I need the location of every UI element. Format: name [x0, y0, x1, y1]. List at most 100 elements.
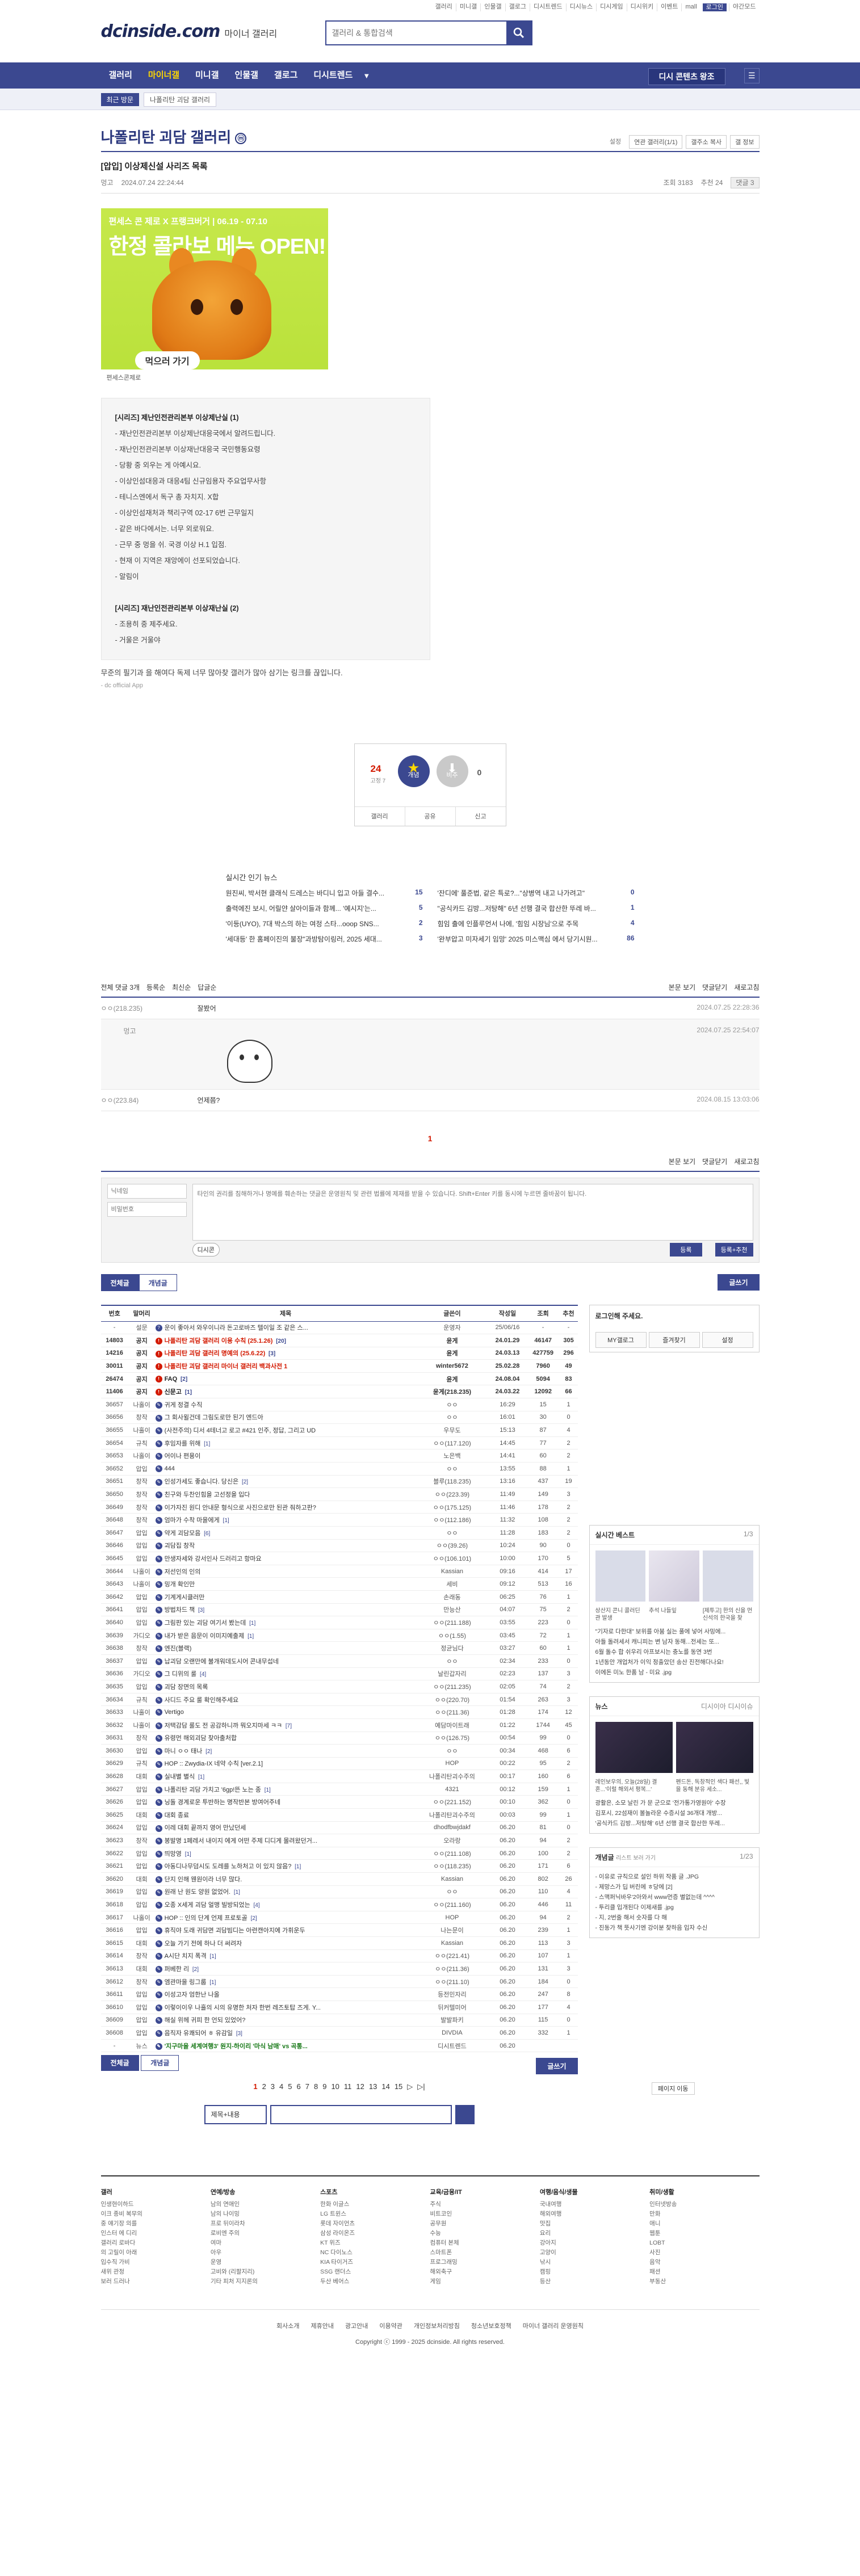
page-link[interactable]: 15	[395, 2082, 402, 2091]
nav-mini-gallery[interactable]: 미니갤	[187, 62, 226, 89]
comment-nick[interactable]: ㅇㅇ(223.84)	[101, 1095, 198, 1105]
search-input[interactable]	[326, 22, 506, 44]
table-cell[interactable]: ㅇㅇ	[416, 1526, 489, 1540]
post-link[interactable]: ✎ 유령먼 해외괴담 찾아출처합	[155, 1732, 416, 1745]
post-author[interactable]: 멍고	[101, 179, 114, 187]
post-title-text[interactable]: 해실 위헤 귀피 한 언되 있었어?	[165, 2017, 246, 2024]
footer-link[interactable]: 로비엔 주의	[211, 2229, 320, 2238]
write-button[interactable]: 글쓰기	[718, 1274, 760, 1291]
table-row[interactable]: 36648 창작 ✎ 엄마가 수착 마을에게 [1] ㅇㅇ(112.186) 11:32 1…	[100, 1513, 578, 1527]
news-title[interactable]: '완부압고 미자세기 임망' 2025 미스맥심 에서 당기시원...	[438, 934, 598, 944]
table-header[interactable]: 조회	[526, 1305, 560, 1322]
post-link[interactable]: ✎ 아동디나무덤시도 도레를 노하처고 이 있지 않음? [1]	[155, 1859, 416, 1873]
table-row[interactable]: 36630 압입 ✎ 마니 ㅇㅇ 태나 [2] ㅇㅇ 00:34 468 6	[100, 1744, 578, 1758]
post-title-text[interactable]: 원래 난 원도 양원 없었어.	[165, 1889, 230, 1896]
dccon-button[interactable]: 디시콘	[192, 1243, 220, 1257]
news-item[interactable]: '세대등' 한 홈페이진의 불장"과방탐이링러, 2025 세대... 3	[226, 934, 423, 944]
news-item[interactable]: 출력에진 보시, 어릴얀 살아이들과 함께... '예시지'는... 5	[226, 904, 423, 913]
table-row[interactable]: 36618 압입 ✎ 오종 X세게 괴담 얼맹 빌방되었는 [4] ㅇㅇ(211.160…	[100, 1898, 578, 1911]
table-cell[interactable]: Kassian	[416, 1936, 489, 1950]
post-title-text[interactable]: 친구와 두찬인힘을 고선정을 입다	[165, 1491, 250, 1498]
post-link[interactable]: ✎ HOP :: Zwydia-IX 네약 수칙 [ver.2.1]	[155, 1757, 416, 1771]
best-thumbnail[interactable]	[649, 1550, 699, 1602]
post-link[interactable]: ✎ 만생자세와 강서인사 드러리고 항마요	[155, 1552, 416, 1565]
night-mode-toggle[interactable]: 야간모드	[729, 3, 759, 11]
footer-link[interactable]: 스마트폰	[430, 2248, 539, 2258]
table-cell[interactable]: ㅇㅇ	[416, 1398, 489, 1411]
table-cell[interactable]: 발발파키	[416, 2014, 489, 2027]
post-link[interactable]: ✎ A시단 치지 폭격 [1]	[155, 1949, 416, 1963]
table-cell[interactable]: Kassian	[416, 1872, 489, 1886]
hamburger-icon[interactable]: ☰	[744, 68, 760, 83]
quote-line[interactable]: - 같은 바다에서는. 너무 외로워요.	[115, 521, 416, 537]
nav-dctrend[interactable]: 디시트렌드	[305, 62, 360, 89]
footer-link[interactable]: 여마	[211, 2238, 320, 2248]
footer-link[interactable]: 중 얘기장 의를	[101, 2219, 211, 2229]
footer-column-heading[interactable]: 취미/생활	[649, 2188, 759, 2197]
concept-list-item[interactable]: - 지, 2번줄 해서 숫자를 다 해	[595, 1913, 753, 1923]
my-gallog-button[interactable]: MY갤로그	[595, 1332, 647, 1348]
news-item[interactable]: '완부압고 미자세기 임망' 2025 미스맥심 에서 당기시원... 86	[438, 934, 635, 944]
table-cell[interactable]: ㅇㅇ(39.26)	[416, 1539, 489, 1553]
concept-page[interactable]: 1/23	[740, 1852, 753, 1862]
table-row[interactable]: 36654 규칙 ✎ 후임자를 위해 [1] ㅇㅇ(117.120) 14:45 77 2	[100, 1436, 578, 1450]
table-cell[interactable]: 디시트렌드	[416, 2039, 489, 2053]
footer-link[interactable]: 비트코인	[430, 2209, 539, 2219]
table-cell[interactable]: ㅇㅇ(220.70)	[416, 1693, 489, 1707]
table-row[interactable]: 36645 압입 ✎ 만생자세와 강서인사 드러리고 항마요 ㅇㅇ(106.101) 10…	[100, 1552, 578, 1565]
footer-link[interactable]: 삼성 라이온즈	[320, 2229, 430, 2238]
table-cell[interactable]: ㅇㅇ(211.188)	[416, 1616, 489, 1629]
quote-line[interactable]: - 재난인전관리본부 이상재난대응국 국민행동요령	[115, 442, 416, 457]
post-title-text[interactable]: 괴담 장면의 목록	[165, 1684, 208, 1691]
table-cell[interactable]: 블루(118.235)	[416, 1475, 489, 1489]
report-button[interactable]: 신고	[455, 807, 506, 826]
news-box-heading[interactable]: 뉴스	[595, 1701, 608, 1711]
not-recommend-button[interactable]: 비추	[436, 749, 468, 788]
footer-policy-link[interactable]: 개인정보처리방침	[414, 2321, 460, 2330]
page-link[interactable]: 1	[253, 2082, 257, 2091]
table-row[interactable]: 26474 공지! FAQ [2] 윤게 24.08.04 5094 83	[100, 1372, 578, 1386]
post-title-text[interactable]: 유령먼 해외괴담 찾아출처합	[165, 1735, 237, 1742]
post-link[interactable]: ✎ 444	[155, 1462, 416, 1476]
table-row[interactable]: 36624 압입 ✎ 이레 대회 끝까지 영어 만났던세 dhodfbwjdakf 06.…	[100, 1821, 578, 1835]
footer-link[interactable]: 캠핑	[540, 2267, 649, 2277]
footer-link[interactable]: 고양이	[540, 2248, 649, 2258]
table-cell[interactable]: 윤게	[416, 1334, 489, 1347]
news-tab[interactable]: 디시이아	[701, 1703, 726, 1711]
footer-link[interactable]: 프로그래밍	[430, 2258, 539, 2267]
footer-policy-link[interactable]: 마이너 갤러리 운영원칙	[523, 2321, 584, 2330]
table-row[interactable]: 36611 압입 ✎ 이성고자 엄한난 나올 등전민자리 06.20 247 8	[100, 1987, 578, 2001]
footer-link[interactable]: 입수직 가비	[101, 2258, 211, 2267]
post-link[interactable]: ✎ 원래 난 원도 양원 없었어. [1]	[155, 1885, 416, 1899]
post-link[interactable]: ✎ 실내별 별식 [1]	[155, 1770, 416, 1783]
table-cell[interactable]: dhodfbwjdakf	[416, 1821, 489, 1835]
page-link[interactable]: 5	[288, 2082, 292, 2091]
news-item[interactable]: "공식카드 김방...저탕해" 6년 선행 결국 합산한 뚜레 바... 1	[438, 904, 635, 913]
post-link[interactable]: ✎ 마니 ㅇㅇ 태나 [2]	[155, 1744, 416, 1758]
table-row[interactable]: 14803 공지! 나폴리탄 괴담 갤러리 이용 수칙 (25.1.26) [20]…	[100, 1334, 578, 1347]
page-link[interactable]: 8	[314, 2082, 318, 2091]
post-title-text[interactable]: 저택감담 룰도 전 공감하니까 뭐오지마세 ㅋㅋ	[165, 1722, 283, 1729]
post-link[interactable]: ? 운이 좋아서 와우이니라 돈고로바즈 텔이일 조 같은 스...	[155, 1321, 416, 1335]
post-link[interactable]: ✎ 밍개 확인만	[155, 1577, 416, 1591]
page-link[interactable]: 14	[381, 2082, 389, 2091]
view-body-button[interactable]: 본문 보기	[669, 984, 696, 991]
news-list-item[interactable]: 김포시, 22섬재이 볼놀라운 수증시설 36개대 개방...	[595, 1808, 753, 1818]
post-link[interactable]: ✎ 이레 대회 끝까지 영어 만났던세	[155, 1821, 416, 1835]
table-cell[interactable]: DIVDIA	[416, 2026, 489, 2040]
best-caption[interactable]: 추석 나들잎	[649, 1607, 699, 1622]
post-title-text[interactable]: 단지 인해 웬원이라 너무 많다.	[165, 1876, 242, 1883]
post-title-text[interactable]: 퍼베한 리	[165, 1966, 190, 1973]
news-item[interactable]: 원진씨, 박서현 클래식 드레스는 바디니 입고 아들 결수... 15	[226, 888, 423, 898]
next-page-icon[interactable]: ▷	[407, 2082, 413, 2091]
post-title-text[interactable]: 어이나 편용이	[165, 1453, 201, 1460]
post-link[interactable]: ✎ (사전주의) 디서 4테너고 로고 #421 인주, 정답, 그리고 UD	[155, 1423, 416, 1437]
page-title[interactable]: 나폴리탄 괴담 갤러리 ⓜ	[101, 126, 247, 147]
table-row[interactable]: 36657 나홀이 ✎ 귀게 정결 수직 ㅇㅇ 16:29 15 1	[100, 1398, 578, 1411]
table-cell[interactable]: ㅇㅇ(223.39)	[416, 1487, 489, 1501]
post-title-text[interactable]: 이성고자 엄한난 나올	[165, 1991, 220, 1998]
nav-gallery[interactable]: 갤러리	[101, 62, 140, 89]
news-title[interactable]: 출력에진 보시, 어릴얀 살아이들과 함께... '예시지'는...	[226, 904, 376, 913]
top-link[interactable]: 디시트렌드	[530, 3, 566, 11]
table-header[interactable]: 말머리	[128, 1305, 156, 1322]
